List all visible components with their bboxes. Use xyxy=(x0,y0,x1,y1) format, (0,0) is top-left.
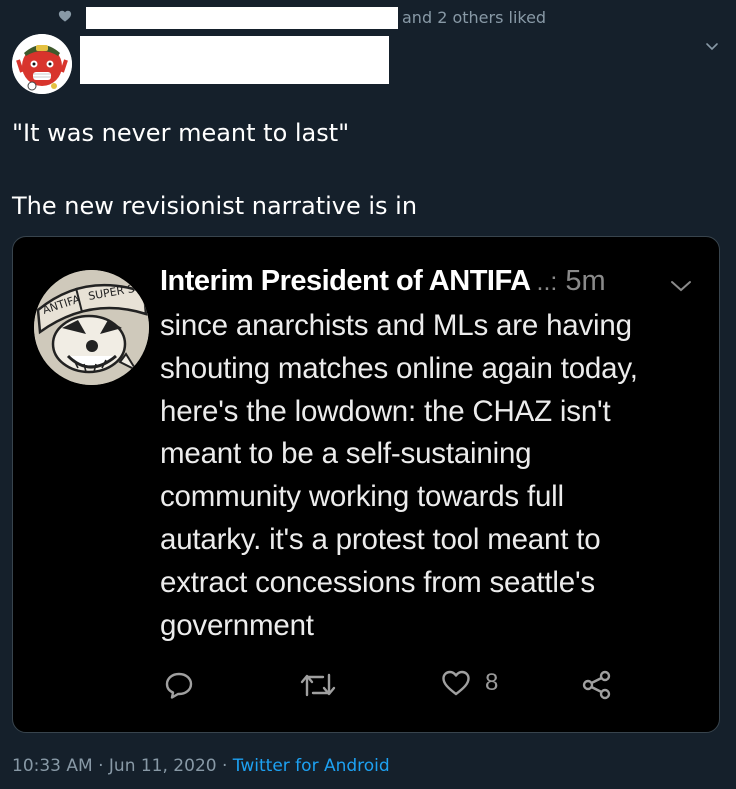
quoted-text-line: autarky. it's a protest tool meant to xyxy=(160,522,601,556)
quoted-text-line: shouting matches online again today, xyxy=(160,351,638,385)
tweet-text-line: "It was never meant to last" xyxy=(12,119,350,147)
like-action: 8 xyxy=(441,669,498,697)
quoted-author-avatar: ANTIFA SUPER S xyxy=(34,270,149,385)
quoted-text-line: extract concessions from seattle's xyxy=(160,565,595,599)
author-avatar[interactable] xyxy=(12,34,72,94)
reply-icon xyxy=(165,672,193,699)
tweet-text-line: The new revisionist narrative is in xyxy=(12,192,418,220)
quoted-tweet-image[interactable]: ANTIFA SUPER S Interim President of ANTI… xyxy=(12,236,720,733)
redacted-author-name xyxy=(80,36,389,84)
tweet-source-link[interactable]: Twitter for Android xyxy=(233,756,390,776)
author-avatar-image xyxy=(12,34,72,94)
redacted-liker-names xyxy=(86,7,398,29)
quoted-text-line: community working towards full xyxy=(160,480,564,514)
retweet-icon xyxy=(300,673,336,697)
quoted-author-name: Interim President of ANTIFA xyxy=(160,265,531,297)
quoted-text-line: meant to be a self-sustaining xyxy=(160,437,532,471)
quoted-tweet-header: Interim President of ANTIFA ..: 5m xyxy=(160,265,606,298)
quoted-avatar-image: ANTIFA SUPER S xyxy=(34,270,149,385)
quoted-text-line: here's the lowdown: the CHAZ isn't xyxy=(160,394,611,428)
tweet-meta: 10:33 AM · Jun 11, 2020 · Twitter for An… xyxy=(12,755,390,777)
tweet-timestamp: 10:33 AM · Jun 11, 2020 · xyxy=(12,756,233,776)
share-icon xyxy=(582,670,611,700)
like-icon xyxy=(442,670,470,696)
quoted-tweet-body: since anarchists and MLs are having shou… xyxy=(160,305,705,647)
quoted-text-line: since anarchists and MLs are having xyxy=(160,309,632,342)
like-count: 8 xyxy=(485,669,499,696)
quoted-verified-dots: ..: xyxy=(536,268,558,296)
quoted-text-line: government xyxy=(160,608,314,642)
liked-by-text: and 2 others liked xyxy=(402,8,547,27)
quoted-timestamp: 5m xyxy=(565,265,606,297)
chevron-down-icon xyxy=(671,281,691,292)
heart-icon xyxy=(58,10,72,22)
chevron-down-icon[interactable] xyxy=(702,36,722,56)
